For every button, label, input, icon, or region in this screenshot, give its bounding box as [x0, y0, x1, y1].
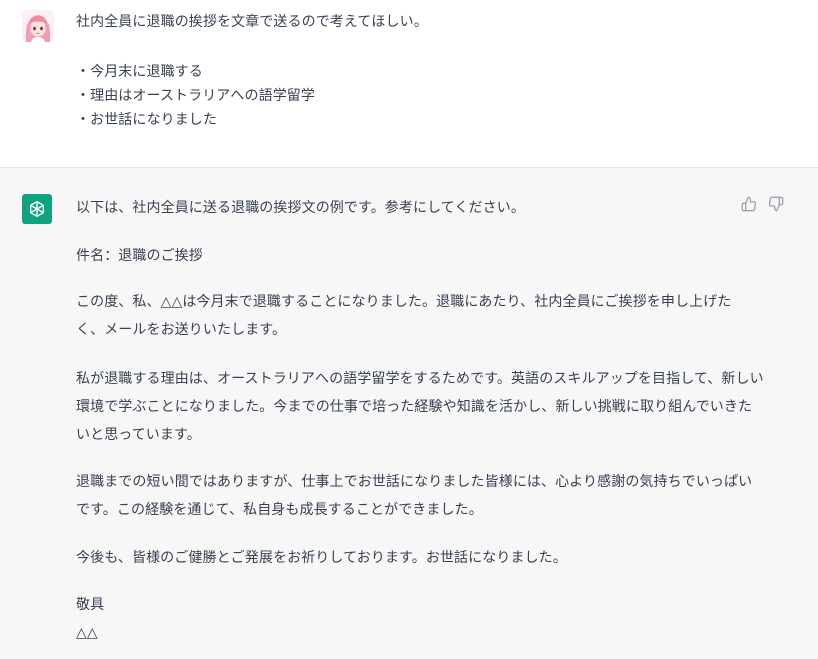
user-avatar — [22, 10, 54, 42]
assistant-line-2: 件名：退職のご挨拶 — [76, 248, 203, 264]
assistant-line-8: 退職までの短い間ではありますが、仕事上でお世話になりました皆様には、心より感謝の… — [76, 474, 753, 490]
assistant-line-9: です。この経験を通じて、私自身も成長することができました。 — [76, 502, 483, 518]
thumbs-down-icon — [768, 196, 784, 212]
openai-logo-icon — [30, 201, 44, 217]
assistant-line-5: 私が退職する理由は、オーストラリアへの語学留学をするためです。英語のスキルアップ… — [76, 371, 764, 387]
user-avatar-illustration-icon — [22, 10, 54, 42]
assistant-line-11: 敬具 — [76, 597, 105, 613]
dislike-button[interactable] — [768, 196, 784, 212]
assistant-line-1: 以下は、社内全員に送る退職の挨拶文の例です。参考にしてください。 — [76, 200, 525, 216]
user-message-line-2: ・今月末に退職する — [76, 64, 203, 80]
user-message-line-1: 社内全員に退職の挨拶を文章で送るので考えてほしい。 — [76, 14, 428, 30]
assistant-line-10: 今後も、皆様のご健勝とご発展をお祈りしております。お世話になりました。 — [76, 550, 567, 566]
user-message-line-3: ・理由はオーストラリアへの語学留学 — [76, 88, 315, 104]
thumbs-up-icon — [741, 196, 757, 212]
user-message-line-4: ・お世話になりました — [76, 112, 217, 128]
assistant-avatar — [22, 194, 52, 224]
like-button[interactable] — [741, 196, 757, 212]
assistant-line-12: △△ — [76, 625, 98, 641]
assistant-line-6: 環境で学ぶことになりました。今までの仕事で培った経験や知識を活かし、新しい挑戦に… — [76, 399, 753, 415]
assistant-line-3: この度、私、△△は今月末で退職することになりました。退職にあたり、社内全員にご挨… — [76, 294, 732, 310]
assistant-line-7: いと思っています。 — [76, 427, 201, 443]
assistant-line-4: く、メールをお送りいたします。 — [76, 322, 287, 338]
